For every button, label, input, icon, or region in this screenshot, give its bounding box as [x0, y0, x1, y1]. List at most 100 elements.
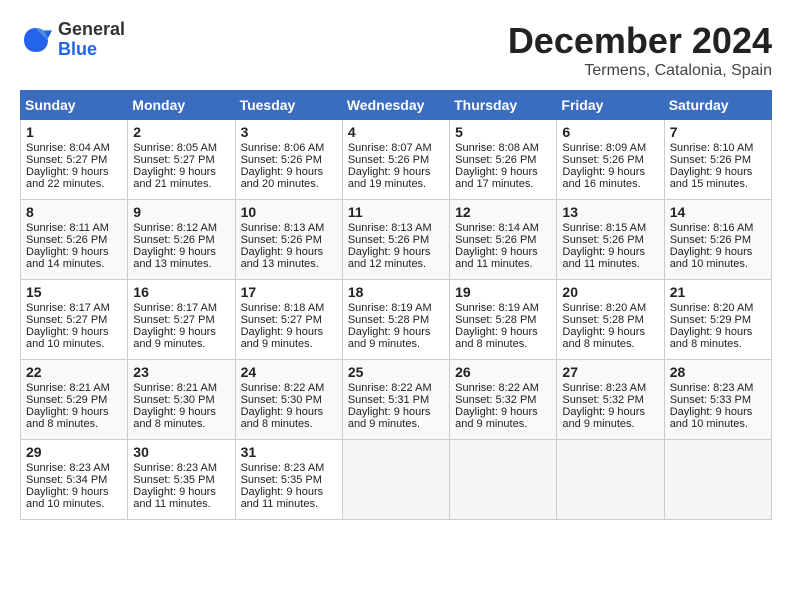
sunset-text: Sunset: 5:28 PM	[562, 314, 643, 326]
sunset-text: Sunset: 5:26 PM	[455, 234, 536, 246]
calendar-cell: 17Sunrise: 8:18 AMSunset: 5:27 PMDayligh…	[235, 280, 342, 360]
sunrise-text: Sunrise: 8:13 AM	[348, 222, 432, 234]
sunset-text: Sunset: 5:31 PM	[348, 394, 429, 406]
title-block: December 2024 Termens, Catalonia, Spain	[508, 20, 772, 80]
sunrise-text: Sunrise: 8:23 AM	[670, 382, 754, 394]
day-number: 2	[133, 124, 229, 140]
calendar-cell: 25Sunrise: 8:22 AMSunset: 5:31 PMDayligh…	[342, 360, 449, 440]
calendar-cell: 20Sunrise: 8:20 AMSunset: 5:28 PMDayligh…	[557, 280, 664, 360]
daylight-text: Daylight: 9 hours and 11 minutes.	[455, 246, 538, 270]
col-thursday: Thursday	[450, 91, 557, 120]
sunrise-text: Sunrise: 8:19 AM	[455, 302, 539, 314]
day-number: 12	[455, 204, 551, 220]
sunset-text: Sunset: 5:27 PM	[26, 154, 107, 166]
sunset-text: Sunset: 5:26 PM	[241, 234, 322, 246]
daylight-text: Daylight: 9 hours and 10 minutes.	[670, 246, 753, 270]
calendar-cell: 22Sunrise: 8:21 AMSunset: 5:29 PMDayligh…	[21, 360, 128, 440]
logo-blue-text: Blue	[58, 39, 97, 59]
page-header: General Blue December 2024 Termens, Cata…	[20, 20, 772, 80]
day-number: 29	[26, 444, 122, 460]
daylight-text: Daylight: 9 hours and 22 minutes.	[26, 166, 109, 190]
day-number: 14	[670, 204, 766, 220]
calendar-table: Sunday Monday Tuesday Wednesday Thursday…	[20, 90, 772, 520]
day-number: 23	[133, 364, 229, 380]
calendar-week-2: 15Sunrise: 8:17 AMSunset: 5:27 PMDayligh…	[21, 280, 772, 360]
calendar-cell: 24Sunrise: 8:22 AMSunset: 5:30 PMDayligh…	[235, 360, 342, 440]
calendar-cell: 5Sunrise: 8:08 AMSunset: 5:26 PMDaylight…	[450, 120, 557, 200]
day-number: 15	[26, 284, 122, 300]
calendar-cell: 2Sunrise: 8:05 AMSunset: 5:27 PMDaylight…	[128, 120, 235, 200]
sunset-text: Sunset: 5:35 PM	[133, 474, 214, 486]
calendar-cell	[450, 440, 557, 520]
calendar-cell: 16Sunrise: 8:17 AMSunset: 5:27 PMDayligh…	[128, 280, 235, 360]
sunset-text: Sunset: 5:28 PM	[348, 314, 429, 326]
sunset-text: Sunset: 5:26 PM	[241, 154, 322, 166]
calendar-cell: 21Sunrise: 8:20 AMSunset: 5:29 PMDayligh…	[664, 280, 771, 360]
daylight-text: Daylight: 9 hours and 10 minutes.	[26, 326, 109, 350]
daylight-text: Daylight: 9 hours and 9 minutes.	[348, 406, 431, 430]
sunrise-text: Sunrise: 8:09 AM	[562, 142, 646, 154]
sunset-text: Sunset: 5:26 PM	[348, 234, 429, 246]
day-number: 25	[348, 364, 444, 380]
calendar-week-0: 1Sunrise: 8:04 AMSunset: 5:27 PMDaylight…	[21, 120, 772, 200]
sunset-text: Sunset: 5:27 PM	[26, 314, 107, 326]
calendar-cell: 15Sunrise: 8:17 AMSunset: 5:27 PMDayligh…	[21, 280, 128, 360]
col-saturday: Saturday	[664, 91, 771, 120]
day-number: 4	[348, 124, 444, 140]
calendar-cell: 18Sunrise: 8:19 AMSunset: 5:28 PMDayligh…	[342, 280, 449, 360]
daylight-text: Daylight: 9 hours and 9 minutes.	[562, 406, 645, 430]
daylight-text: Daylight: 9 hours and 11 minutes.	[241, 486, 324, 510]
day-number: 10	[241, 204, 337, 220]
calendar-cell: 10Sunrise: 8:13 AMSunset: 5:26 PMDayligh…	[235, 200, 342, 280]
sunrise-text: Sunrise: 8:07 AM	[348, 142, 432, 154]
daylight-text: Daylight: 9 hours and 11 minutes.	[562, 246, 645, 270]
sunrise-text: Sunrise: 8:22 AM	[241, 382, 325, 394]
sunrise-text: Sunrise: 8:17 AM	[133, 302, 217, 314]
day-number: 18	[348, 284, 444, 300]
sunset-text: Sunset: 5:27 PM	[241, 314, 322, 326]
daylight-text: Daylight: 9 hours and 19 minutes.	[348, 166, 431, 190]
day-number: 31	[241, 444, 337, 460]
day-number: 8	[26, 204, 122, 220]
daylight-text: Daylight: 9 hours and 9 minutes.	[133, 326, 216, 350]
logo-icon	[20, 24, 52, 56]
sunset-text: Sunset: 5:32 PM	[455, 394, 536, 406]
sunrise-text: Sunrise: 8:14 AM	[455, 222, 539, 234]
location-title: Termens, Catalonia, Spain	[508, 62, 772, 80]
calendar-cell: 8Sunrise: 8:11 AMSunset: 5:26 PMDaylight…	[21, 200, 128, 280]
day-number: 21	[670, 284, 766, 300]
logo: General Blue	[20, 20, 125, 60]
header-row: Sunday Monday Tuesday Wednesday Thursday…	[21, 91, 772, 120]
daylight-text: Daylight: 9 hours and 8 minutes.	[670, 326, 753, 350]
sunrise-text: Sunrise: 8:08 AM	[455, 142, 539, 154]
sunset-text: Sunset: 5:26 PM	[562, 234, 643, 246]
calendar-cell: 28Sunrise: 8:23 AMSunset: 5:33 PMDayligh…	[664, 360, 771, 440]
sunset-text: Sunset: 5:34 PM	[26, 474, 107, 486]
sunset-text: Sunset: 5:27 PM	[133, 154, 214, 166]
sunset-text: Sunset: 5:29 PM	[670, 314, 751, 326]
sunrise-text: Sunrise: 8:15 AM	[562, 222, 646, 234]
daylight-text: Daylight: 9 hours and 17 minutes.	[455, 166, 538, 190]
daylight-text: Daylight: 9 hours and 15 minutes.	[670, 166, 753, 190]
day-number: 11	[348, 204, 444, 220]
sunrise-text: Sunrise: 8:21 AM	[133, 382, 217, 394]
sunrise-text: Sunrise: 8:20 AM	[562, 302, 646, 314]
sunrise-text: Sunrise: 8:22 AM	[455, 382, 539, 394]
calendar-cell: 4Sunrise: 8:07 AMSunset: 5:26 PMDaylight…	[342, 120, 449, 200]
calendar-cell: 29Sunrise: 8:23 AMSunset: 5:34 PMDayligh…	[21, 440, 128, 520]
sunset-text: Sunset: 5:32 PM	[562, 394, 643, 406]
daylight-text: Daylight: 9 hours and 9 minutes.	[241, 326, 324, 350]
sunrise-text: Sunrise: 8:11 AM	[26, 222, 109, 234]
daylight-text: Daylight: 9 hours and 14 minutes.	[26, 246, 109, 270]
daylight-text: Daylight: 9 hours and 10 minutes.	[26, 486, 109, 510]
sunset-text: Sunset: 5:30 PM	[133, 394, 214, 406]
day-number: 1	[26, 124, 122, 140]
sunset-text: Sunset: 5:28 PM	[455, 314, 536, 326]
sunrise-text: Sunrise: 8:23 AM	[562, 382, 646, 394]
calendar-cell: 9Sunrise: 8:12 AMSunset: 5:26 PMDaylight…	[128, 200, 235, 280]
calendar-cell: 31Sunrise: 8:23 AMSunset: 5:35 PMDayligh…	[235, 440, 342, 520]
daylight-text: Daylight: 9 hours and 8 minutes.	[455, 326, 538, 350]
day-number: 16	[133, 284, 229, 300]
day-number: 5	[455, 124, 551, 140]
sunrise-text: Sunrise: 8:12 AM	[133, 222, 217, 234]
